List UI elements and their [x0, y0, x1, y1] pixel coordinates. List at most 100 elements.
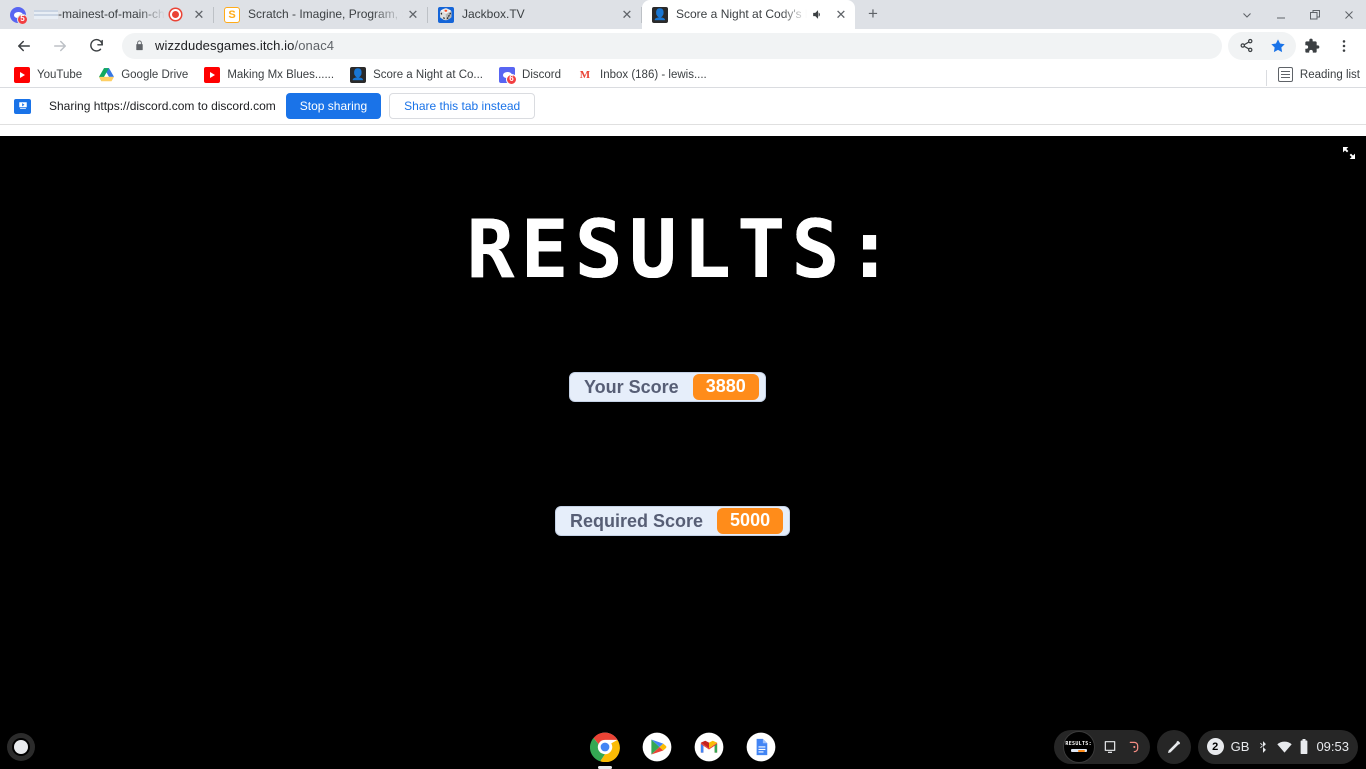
- tab-recording-indicator[interactable]: [165, 5, 185, 25]
- chromeos-shelf: RESULTS: 2 GB 09:53: [0, 725, 1366, 768]
- bookmark-badge: 6: [506, 73, 518, 85]
- bookmark-discord[interactable]: 6 Discord: [491, 64, 569, 86]
- sharing-status-text: Sharing https://discord.com to discord.c…: [49, 99, 276, 113]
- tab-jackbox[interactable]: 🎲 Jackbox.TV ✕: [428, 0, 641, 29]
- bookmark-making-mx-blues[interactable]: Making Mx Blues......: [196, 64, 342, 86]
- tab-close-button[interactable]: ✕: [189, 5, 209, 25]
- forward-button[interactable]: [46, 32, 74, 60]
- tab-title: Scratch - Imagine, Program, Sha: [248, 7, 403, 21]
- maximize-button[interactable]: [1298, 0, 1332, 29]
- window-controls: [1230, 0, 1366, 29]
- bookmark-label: Making Mx Blues......: [227, 68, 335, 81]
- tab-audio-icon[interactable]: [807, 5, 827, 25]
- results-title: RESULTS:: [466, 203, 900, 296]
- wifi-icon: [1277, 740, 1293, 754]
- share-icon[interactable]: [1232, 32, 1260, 60]
- bookmark-gmail-inbox[interactable]: M Inbox (186) - lewis....: [569, 64, 715, 86]
- bookmark-star-icon[interactable]: [1264, 32, 1292, 60]
- minimize-button[interactable]: [1264, 0, 1298, 29]
- close-window-button[interactable]: [1332, 0, 1366, 29]
- screen-share-icon: [14, 98, 31, 114]
- screen-cast-icon[interactable]: [1102, 739, 1118, 755]
- tab-title: Score a Night at Cody's by W: [676, 7, 807, 21]
- reading-list-label: Reading list: [1299, 68, 1360, 81]
- youtube-icon: [14, 66, 30, 83]
- gmail-icon: M: [577, 66, 593, 83]
- docs-icon[interactable]: [746, 732, 776, 762]
- game-icon: 👤: [350, 66, 367, 83]
- puzzle-icon[interactable]: [1298, 32, 1326, 60]
- stop-record-icon[interactable]: [1125, 739, 1141, 755]
- url-text: wizzdudesgames.itch.io/onac4: [155, 38, 335, 53]
- google-drive-icon: [98, 67, 114, 83]
- tab-title: Jackbox.TV: [462, 7, 525, 21]
- share-bookmark-group: [1228, 31, 1296, 60]
- new-tab-button[interactable]: +: [859, 0, 887, 28]
- watcher-required-score: Required Score 5000: [555, 506, 791, 536]
- chrome-icon[interactable]: [590, 732, 620, 762]
- tab-badge: 5: [17, 13, 28, 25]
- jackbox-icon: 🎲: [438, 6, 454, 23]
- game-viewport[interactable]: RESULTS: Your Score 3880 Required Score …: [0, 136, 1366, 725]
- stylus-icon[interactable]: [1156, 729, 1191, 764]
- share-this-tab-instead-button[interactable]: Share this tab instead: [389, 93, 536, 119]
- watcher-value: 5000: [717, 507, 784, 535]
- watcher-label: Required Score: [570, 510, 704, 531]
- game-icon: 👤: [652, 6, 668, 23]
- play-store-icon[interactable]: [642, 732, 672, 762]
- bookmark-label: YouTube: [37, 68, 83, 81]
- bookmark-label: Google Drive: [121, 68, 189, 81]
- youtube-icon: [204, 66, 221, 83]
- gmail-icon[interactable]: [694, 732, 724, 762]
- shared-screen-thumbnail[interactable]: RESULTS:: [1062, 730, 1095, 763]
- bookmark-label: Score a Night at Co...: [373, 68, 484, 81]
- watcher-label: Your Score: [584, 376, 679, 397]
- bookmark-label: Discord: [522, 68, 561, 81]
- screen-share-pod[interactable]: RESULTS:: [1053, 729, 1150, 764]
- tab-close-button[interactable]: ✕: [617, 5, 637, 25]
- fullscreen-icon[interactable]: [1338, 142, 1360, 164]
- tab-strip: 5 -mainest-of-main-chats ✕ S Scratch - I…: [0, 0, 1366, 29]
- discord-icon: 5: [10, 6, 28, 25]
- keyboard-layout-label: GB: [1230, 739, 1250, 754]
- bookmark-youtube[interactable]: YouTube: [6, 64, 90, 86]
- tab-close-button[interactable]: ✕: [403, 5, 423, 25]
- thumbnail-score-bar: [1070, 749, 1087, 752]
- screen-sharing-infobar: Sharing https://discord.com to discord.c…: [0, 88, 1366, 125]
- tab-title: -mainest-of-main-chats: [34, 0, 165, 29]
- tab-close-button[interactable]: ✕: [831, 5, 851, 25]
- battery-icon: [1299, 739, 1309, 754]
- stop-sharing-button[interactable]: Stop sharing: [285, 93, 382, 119]
- discord-icon: 6: [499, 66, 518, 85]
- bookmark-score-a-night-at-codys[interactable]: 👤 Score a Night at Co...: [342, 64, 491, 86]
- shelf-app-list: [590, 732, 776, 762]
- three-dot-menu-icon[interactable]: [1330, 32, 1358, 60]
- watcher-value: 3880: [692, 373, 759, 401]
- bookmark-label: Inbox (186) - lewis....: [600, 68, 707, 81]
- tab-search-button[interactable]: [1230, 0, 1264, 29]
- thumbnail-title: RESULTS:: [1065, 741, 1092, 747]
- address-bar[interactable]: wizzdudesgames.itch.io/onac4: [122, 32, 1222, 59]
- bookmarks-bar: YouTube Google Drive Making Mx Blues....…: [0, 62, 1366, 88]
- launcher-icon[interactable]: [7, 732, 35, 761]
- system-tray[interactable]: 2 GB 09:53: [1197, 729, 1358, 764]
- bookmark-google-drive[interactable]: Google Drive: [90, 64, 196, 86]
- bluetooth-icon: [1256, 740, 1270, 754]
- tab-discord-chat[interactable]: 5 -mainest-of-main-chats ✕: [0, 0, 213, 29]
- notification-count-badge: 2: [1206, 738, 1224, 755]
- lock-icon: [134, 40, 145, 51]
- browser-toolbar: wizzdudesgames.itch.io/onac4: [0, 29, 1366, 62]
- redacted-text: [34, 10, 58, 19]
- scratch-icon: S: [224, 6, 240, 23]
- tab-scratch[interactable]: S Scratch - Imagine, Program, Sha ✕: [214, 0, 427, 29]
- watcher-your-score: Your Score 3880: [569, 372, 766, 402]
- shelf-status-area: RESULTS: 2 GB 09:53: [1053, 729, 1358, 764]
- reading-list-icon: [1277, 67, 1293, 82]
- tab-score-a-night-at-codys[interactable]: 👤 Score a Night at Cody's by W ✕: [642, 0, 855, 29]
- browser-window: 5 -mainest-of-main-chats ✕ S Scratch - I…: [0, 0, 1366, 725]
- clock-label: 09:53: [1316, 739, 1349, 754]
- toolbar-icons: [1228, 31, 1360, 60]
- reading-list-button[interactable]: Reading list: [1265, 67, 1360, 86]
- reload-button[interactable]: [82, 32, 110, 60]
- back-button[interactable]: [10, 32, 38, 60]
